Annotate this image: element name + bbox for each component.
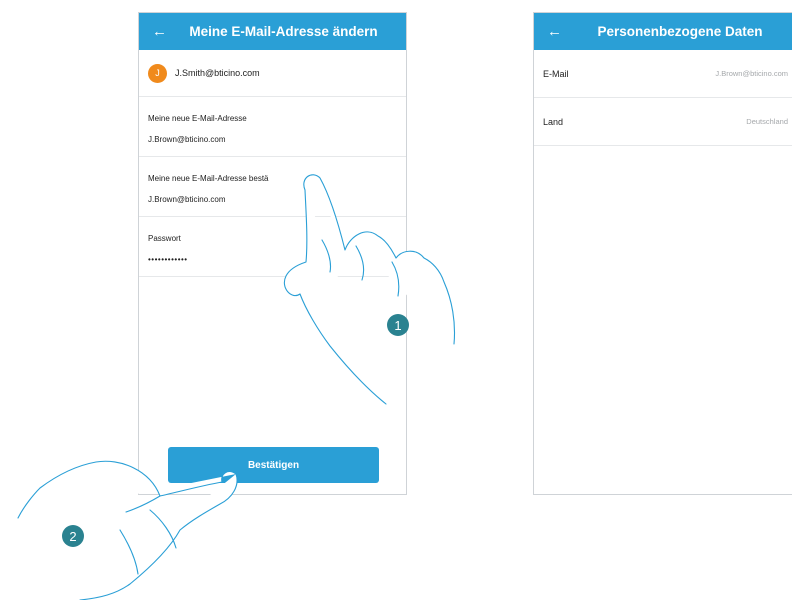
back-arrow-icon[interactable]: ← <box>152 13 167 50</box>
new-email-field[interactable]: Meine neue E-Mail-Adresse J.Brown@bticin… <box>139 97 406 157</box>
confirm-email-label: Meine neue E-Mail-Adresse bestä <box>148 174 269 183</box>
country-label: Land <box>543 116 564 127</box>
password-field[interactable]: Passwort •••••••••••• <box>139 217 406 277</box>
page-title: Meine E-Mail-Adresse ändern <box>189 24 378 39</box>
email-row[interactable]: E-Mail J.Brown@bticino.com <box>534 50 792 98</box>
password-label: Passwort <box>148 234 181 243</box>
confirm-email-field[interactable]: Meine neue E-Mail-Adresse bestä J.Brown@… <box>139 157 406 217</box>
confirm-button[interactable]: Bestätigen <box>168 447 379 483</box>
current-account-row: J J.Smith@bticino.com <box>139 50 406 97</box>
new-email-input[interactable]: J.Brown@bticino.com <box>148 135 406 144</box>
page-title: Personenbezogene Daten <box>597 24 763 39</box>
screen-header: ← Personenbezogene Daten <box>534 13 792 50</box>
step-2-badge: 2 <box>62 525 84 547</box>
current-email: J.Smith@bticino.com <box>175 68 260 78</box>
personal-data-screen: ← Personenbezogene Daten E-Mail J.Brown@… <box>533 12 792 495</box>
confirm-email-input[interactable]: J.Brown@bticino.com <box>148 195 406 204</box>
back-arrow-icon[interactable]: ← <box>547 13 562 50</box>
country-row[interactable]: Land Deutschland <box>534 98 792 146</box>
country-value: Deutschland <box>746 117 788 126</box>
email-value: J.Brown@bticino.com <box>715 69 788 78</box>
avatar: J <box>148 63 167 83</box>
new-email-label: Meine neue E-Mail-Adresse <box>148 114 247 123</box>
change-email-screen: ← Meine E-Mail-Adresse ändern J J.Smith@… <box>138 12 407 495</box>
email-label: E-Mail <box>543 68 569 79</box>
password-input[interactable]: •••••••••••• <box>148 255 406 264</box>
step-1-badge: 1 <box>387 314 409 336</box>
screen-header: ← Meine E-Mail-Adresse ändern <box>139 13 406 50</box>
